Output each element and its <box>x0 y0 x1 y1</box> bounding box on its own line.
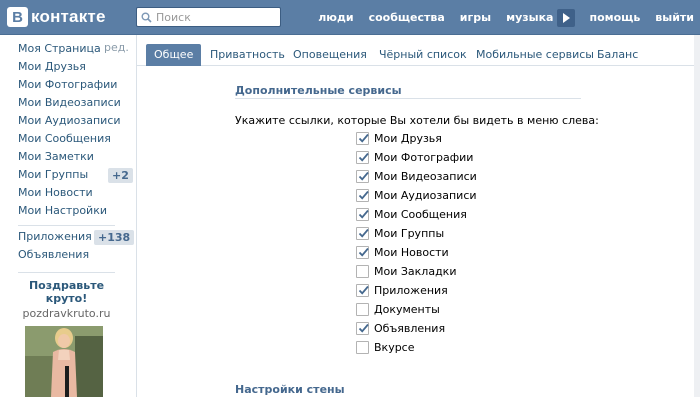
checkbox-checked[interactable] <box>356 246 369 259</box>
promo-url[interactable]: pozdravkruto.ru <box>18 307 115 320</box>
menu-divider <box>18 225 115 226</box>
checkbox-label: Мои Фотографии <box>374 151 474 164</box>
menu-link-option[interactable]: Мои Закладки <box>356 264 456 279</box>
sidebar-item-messages[interactable]: Мои Сообщения <box>18 130 111 148</box>
checkbox-label: Объявления <box>374 322 446 335</box>
promo-title[interactable]: Поздравьте круто! <box>18 279 115 305</box>
checkbox-label: Документы <box>374 303 440 316</box>
checkmark-icon <box>358 190 369 200</box>
checkbox-checked[interactable] <box>356 284 369 297</box>
menu-link-option[interactable]: Мои Фотографии <box>356 150 473 165</box>
edit-menu-link[interactable]: ред. <box>104 41 129 54</box>
menu-link-option[interactable]: Объявления <box>356 321 445 336</box>
checkbox-label: Мои Новости <box>374 246 449 259</box>
vk-logo[interactable]: В контакте <box>7 7 106 27</box>
checkbox-unchecked[interactable] <box>356 341 369 354</box>
menu-link-option[interactable]: Мои Сообщения <box>356 207 467 222</box>
menu-link-option[interactable]: Документы <box>356 302 440 317</box>
menu-link-option[interactable]: Мои Видеозаписи <box>356 169 477 184</box>
promo-photo <box>25 326 103 397</box>
checkmark-icon <box>358 171 369 181</box>
sidebar-item-ads[interactable]: Объявления <box>18 246 89 264</box>
checkmark-icon <box>358 323 369 333</box>
menu-link-option[interactable]: Вкурсе <box>356 340 415 355</box>
tab-mobile-services[interactable]: Мобильные сервисы <box>476 44 594 66</box>
checkmark-icon <box>358 247 369 257</box>
checkbox-checked[interactable] <box>356 151 369 164</box>
checkbox-label: Мои Друзья <box>374 132 442 145</box>
checkbox-checked[interactable] <box>356 227 369 240</box>
checkmark-icon <box>358 285 369 295</box>
menu-link-option[interactable]: Мои Аудиозаписи <box>356 188 477 203</box>
checkmark-icon <box>358 209 369 219</box>
checkbox-label: Приложения <box>374 284 448 297</box>
tab-privacy[interactable]: Приватность <box>210 44 285 66</box>
menu-divider <box>18 272 115 273</box>
menu-link-option[interactable]: Мои Новости <box>356 245 449 260</box>
top-header: В контакте люди сообщества игры музыка п… <box>0 0 700 35</box>
groups-count-badge[interactable]: +2 <box>108 168 133 183</box>
sidebar-item-groups[interactable]: Мои Группы <box>18 166 88 184</box>
tab-general[interactable]: Общее <box>146 44 202 66</box>
sidebar-item-my-page[interactable]: Моя Страница <box>18 40 101 58</box>
checkbox-unchecked[interactable] <box>356 303 369 316</box>
checkbox-label: Мои Сообщения <box>374 208 467 221</box>
checkbox-checked[interactable] <box>356 322 369 335</box>
nav-music[interactable]: музыка <box>506 11 553 24</box>
menu-link-option[interactable]: Приложения <box>356 283 448 298</box>
sidebar-item-videos[interactable]: Мои Видеозаписи <box>18 94 121 112</box>
checkbox-label: Мои Видеозаписи <box>374 170 477 183</box>
checkbox-label: Мои Аудиозаписи <box>374 189 477 202</box>
vk-logo-text: контакте <box>31 7 106 26</box>
section-divider <box>235 98 581 99</box>
top-nav: люди сообщества игры музыка помощь выйти <box>303 0 694 35</box>
nav-logout[interactable]: выйти <box>655 11 694 24</box>
checkbox-label: Мои Группы <box>374 227 445 240</box>
checkmark-icon <box>358 152 369 162</box>
checkbox-unchecked[interactable] <box>356 265 369 278</box>
sidebar-item-friends[interactable]: Мои Друзья <box>18 58 86 76</box>
checkbox-checked[interactable] <box>356 132 369 145</box>
section-title-wall-settings: Настройки стены <box>235 383 345 396</box>
checkbox-label: Мои Закладки <box>374 265 457 278</box>
sidebar-item-photos[interactable]: Мои Фотографии <box>18 76 117 94</box>
search-icon <box>141 12 152 23</box>
play-icon <box>563 12 571 23</box>
nav-games[interactable]: игры <box>460 11 491 24</box>
checkbox-checked[interactable] <box>356 208 369 221</box>
checkmark-icon <box>358 133 369 143</box>
checkbox-checked[interactable] <box>356 189 369 202</box>
search-box[interactable] <box>136 7 281 27</box>
sidebar-item-settings[interactable]: Мои Настройки <box>18 202 107 220</box>
music-play-button[interactable] <box>557 8 576 27</box>
menu-link-option[interactable]: Мои Друзья <box>356 131 442 146</box>
nav-communities[interactable]: сообщества <box>369 11 445 24</box>
settings-main: Общее Приватность Оповещения Чёрный спис… <box>137 35 694 397</box>
sidebar-item-notes[interactable]: Мои Заметки <box>18 148 94 166</box>
section-hint: Укажите ссылки, которые Вы хотели бы вид… <box>235 114 599 127</box>
nav-help[interactable]: помощь <box>589 11 640 24</box>
checkmark-icon <box>358 228 369 238</box>
nav-people[interactable]: люди <box>318 11 353 24</box>
checkbox-label: Вкурсе <box>374 341 415 354</box>
sidebar-item-news[interactable]: Мои Новости <box>18 184 93 202</box>
apps-count-badge[interactable]: +138 <box>94 230 135 245</box>
vk-logo-icon: В <box>7 7 28 27</box>
tab-balance[interactable]: Баланс <box>597 44 638 66</box>
tab-notifications[interactable]: Оповещения <box>293 44 367 66</box>
settings-tabs: Общее Приватность Оповещения Чёрный спис… <box>137 42 694 66</box>
sidebar-item-audio[interactable]: Мои Аудиозаписи <box>18 112 121 130</box>
section-title-extra-services: Дополнительные сервисы <box>235 84 402 97</box>
search-input[interactable] <box>156 10 274 24</box>
tab-blacklist[interactable]: Чёрный список <box>379 44 467 66</box>
checkbox-checked[interactable] <box>356 170 369 183</box>
menu-link-option[interactable]: Мои Группы <box>356 226 444 241</box>
promo-image[interactable] <box>25 326 103 397</box>
sidebar-item-apps[interactable]: Приложения <box>18 228 92 246</box>
